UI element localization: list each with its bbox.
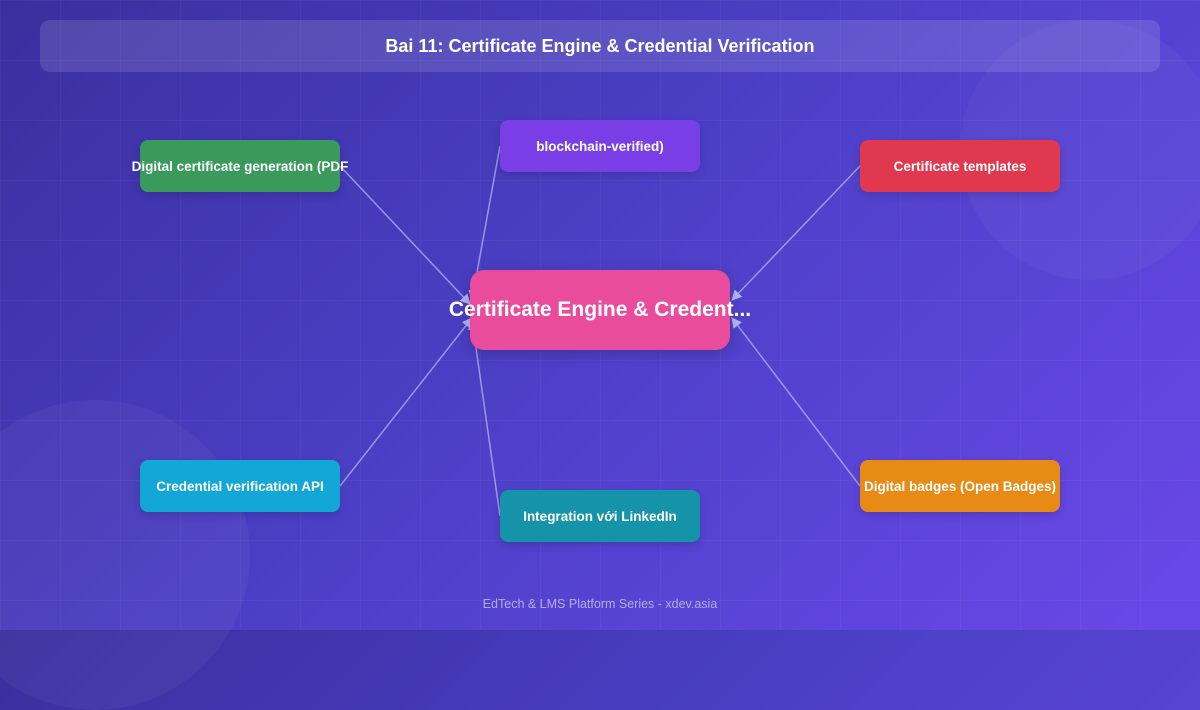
node-label: Digital badges (Open Badges) <box>863 478 1057 494</box>
node-label: Certificate templates <box>893 158 1027 174</box>
edge-n1-center <box>339 165 471 305</box>
edge-n3-center <box>731 165 861 301</box>
node-label: Digital certificate generation (PDF <box>131 158 349 174</box>
edge-n4-center <box>339 317 473 487</box>
node-label: blockchain-verified) <box>536 138 664 154</box>
node-linkedin-integration: Integration với LinkedIn <box>500 490 700 542</box>
node-blockchain-verified: blockchain-verified) <box>500 120 700 172</box>
center-node-label: Certificate Engine & Credent... <box>448 298 752 321</box>
node-credential-verification-api: Credential verification API <box>140 460 340 512</box>
node-certificate-templates: Certificate templates <box>860 140 1060 192</box>
center-node: Certificate Engine & Credent... <box>449 270 751 350</box>
node-label: Credential verification API <box>156 478 324 494</box>
node-label: Integration với LinkedIn <box>523 508 677 524</box>
node-digital-badges: Digital badges (Open Badges) <box>860 460 1060 512</box>
node-digital-certificate-generation: Digital certificate generation (PDF <box>132 140 348 192</box>
footer-text: EdTech & LMS Platform Series - xdev.asia <box>482 597 718 611</box>
edge-n6-center <box>731 317 861 487</box>
